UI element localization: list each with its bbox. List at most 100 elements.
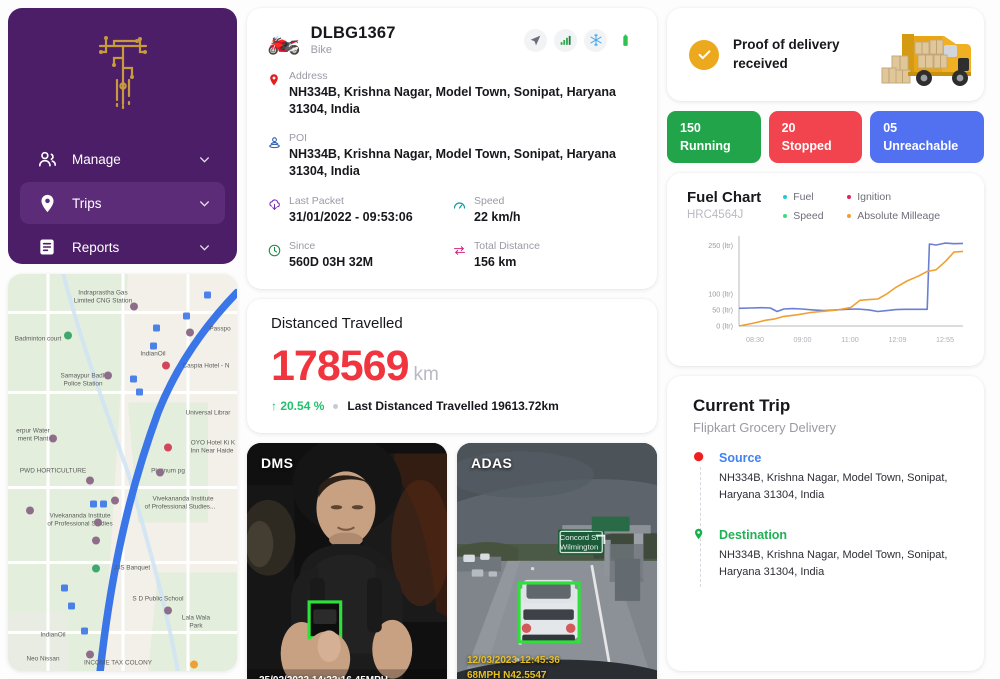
svg-text:erpur Water: erpur Water [16, 428, 50, 435]
field-value: 31/01/2022 - 09:53:06 [289, 209, 413, 224]
sidebar-item-label: Reports [72, 239, 120, 255]
battery-icon[interactable] [614, 29, 637, 52]
clock-icon [267, 240, 289, 271]
distance-value: 178569 [271, 342, 409, 391]
svg-text:Vivekananda Institute: Vivekananda Institute [153, 496, 214, 503]
adas-label: ADAS [471, 455, 513, 472]
sidebar-item-manage[interactable]: Manage [20, 138, 225, 180]
field-label: Last Packet [289, 194, 344, 207]
cloud-download-icon [267, 195, 289, 226]
location-pin-icon [267, 70, 289, 118]
vehicle-field-last-packet: Last Packet 31/01/2022 - 09:53:06 [267, 195, 452, 226]
x-axis-tick: 12:55 [936, 335, 954, 344]
vehicle-field-speed: Speed 22 km/h [452, 195, 637, 226]
y-axis-tick: 0 (ltr) [716, 322, 733, 331]
vehicle-field-address: Address NH334B, Krishna Nagar, Model Tow… [267, 70, 637, 118]
field-value: NH334B, Krishna Nagar, Model Town, Sonip… [289, 146, 616, 178]
source-dot-icon [693, 451, 719, 510]
svg-text:Indraprastha Gas: Indraprastha Gas [78, 290, 127, 297]
fuel-chart-header: Fuel Chart HRC4564J Fuel Ignition Speed … [687, 189, 966, 222]
vehicle-field-total-distance: Total Distance 156 km [452, 240, 637, 271]
vehicle-field-since: Since 560D 03H 32M [267, 240, 452, 271]
legend-item-ignition[interactable]: Ignition [847, 191, 940, 203]
svg-text:Universal Librar: Universal Librar [186, 410, 232, 417]
chevron-down-icon[interactable] [198, 197, 211, 210]
sidebar-nav: Manage Trips Reports [20, 138, 225, 268]
svg-text:ment Plant: ment Plant [18, 436, 49, 443]
svg-text:Inn Near Haide: Inn Near Haide [191, 448, 234, 455]
status-pill-stopped[interactable]: 20 Stopped [768, 111, 863, 163]
map-canvas[interactable]: Indraprastha Gas Limited CNG Station Bad… [8, 274, 237, 671]
svg-text:S D Public School: S D Public School [132, 596, 183, 603]
legend-item-absolute-mileage[interactable]: Absolute Milleage [847, 210, 940, 222]
legend-label: Ignition [857, 191, 892, 203]
video-feeds: DMS 25/02/2023 14:23:16 45MPH [247, 443, 657, 679]
svg-text:Passpo: Passpo [209, 326, 231, 333]
proof-of-delivery-card: Proof of delivery received [667, 8, 984, 101]
vehicle-header: 🏍️ DLBG1367 Bike [267, 24, 637, 56]
trip-leg-destination: Destination NH334B, Krishna Nagar, Model… [693, 528, 962, 587]
left-column: Manage Trips Reports Indraprastha Gas Li… [8, 8, 237, 671]
chevron-down-icon[interactable] [198, 153, 211, 166]
dms-video-card[interactable]: DMS 25/02/2023 14:23:16 45MPH [247, 443, 447, 679]
svg-text:Lala Wala: Lala Wala [182, 615, 211, 622]
snowflake-icon[interactable] [584, 28, 607, 52]
sidebar-item-trips[interactable]: Trips [20, 182, 225, 224]
x-axis-tick: 09:00 [794, 335, 812, 344]
fuel-chart-legend: Fuel Ignition Speed Absolute Milleage [783, 189, 940, 222]
vehicle-status-icons [524, 28, 637, 52]
svg-text:Park: Park [189, 623, 203, 630]
pill-count: 05 [883, 121, 898, 135]
x-axis-tick: 11:00 [841, 335, 858, 344]
x-axis-tick: 08:30 [746, 335, 764, 344]
status-pills: 150 Running 20 Stopped 05 Unreachable [667, 111, 984, 163]
navigation-arrow-icon[interactable] [524, 28, 547, 52]
map-view[interactable]: Indraprastha Gas Limited CNG Station Bad… [8, 274, 237, 671]
y-axis-tick: 100 (ltr) [708, 289, 733, 298]
adas-timestamp-line2: 68MPH N42.5547 [467, 669, 547, 679]
status-pill-running[interactable]: 150 Running [667, 111, 761, 163]
y-axis-tick: 50 (ltr) [712, 306, 733, 315]
right-column: Proof of delivery received 150 Running 2… [667, 8, 984, 671]
current-trip-title: Current Trip [693, 396, 791, 415]
current-trip-subtitle: Flipkart Grocery Delivery [693, 420, 837, 435]
sidebar-item-label: Trips [72, 195, 102, 211]
adas-timestamp: 12/03/2023 12:45:36 68MPH N42.5547 [467, 653, 560, 679]
vehicle-id: DLBG1367 [310, 24, 396, 42]
destination-address: NH334B, Krishna Nagar, Model Town, Sonip… [719, 549, 948, 579]
legend-label: Absolute Milleage [857, 210, 941, 222]
status-pill-unreachable[interactable]: 05 Unreachable [870, 111, 984, 163]
pill-label: Stopped [781, 139, 832, 154]
chevron-down-icon[interactable] [198, 241, 211, 254]
svg-text:Vivekananda Institute: Vivekananda Institute [50, 513, 111, 520]
vehicle-type: Bike [310, 44, 333, 56]
distance-change-pct: ↑ 20.54 % [271, 399, 325, 414]
svg-text:IndianOil: IndianOil [140, 351, 165, 358]
field-label: POI [289, 131, 308, 144]
adas-video-card[interactable]: Concord St Wilmington ADAS 12/03/2023 12… [457, 443, 657, 679]
motorcycle-icon: 🏍️ [267, 24, 301, 55]
legend-item-speed[interactable]: Speed [783, 210, 847, 222]
svg-text:PWD HORTICULTURE: PWD HORTICULTURE [20, 468, 86, 475]
current-trip-card: Current Trip Flipkart Grocery Delivery S… [667, 376, 984, 671]
sidebar-item-reports[interactable]: Reports [20, 226, 225, 268]
pill-label: Running [680, 139, 731, 154]
field-label: Total Distance [474, 240, 540, 253]
signal-bars-icon[interactable] [554, 28, 577, 52]
tracking-logo-icon [92, 34, 154, 112]
svg-text:IndianOil: IndianOil [40, 632, 65, 639]
svg-text:of Professional Studies: of Professional Studies [47, 521, 112, 528]
adas-timestamp-line1: 12/03/2023 12:45:36 [467, 654, 560, 666]
svg-text:Wilmington: Wilmington [560, 543, 598, 552]
svg-text:Concord St: Concord St [560, 533, 600, 542]
distance-unit: km [413, 364, 439, 386]
svg-text:Neo Nissan: Neo Nissan [26, 656, 59, 663]
users-icon [36, 148, 58, 170]
exchange-arrows-icon [452, 240, 474, 271]
legend-item-fuel[interactable]: Fuel [783, 191, 847, 203]
legend-label: Speed [793, 210, 824, 222]
svg-text:Samaypur Badli: Samaypur Badli [60, 373, 105, 380]
poi-person-icon [267, 132, 289, 180]
vehicle-info-card: 🏍️ DLBG1367 Bike Address NH334B, Krishna… [247, 8, 657, 290]
distance-travelled-card: Distanced Travelled 178569 km ↑ 20.54 % … [247, 299, 657, 434]
